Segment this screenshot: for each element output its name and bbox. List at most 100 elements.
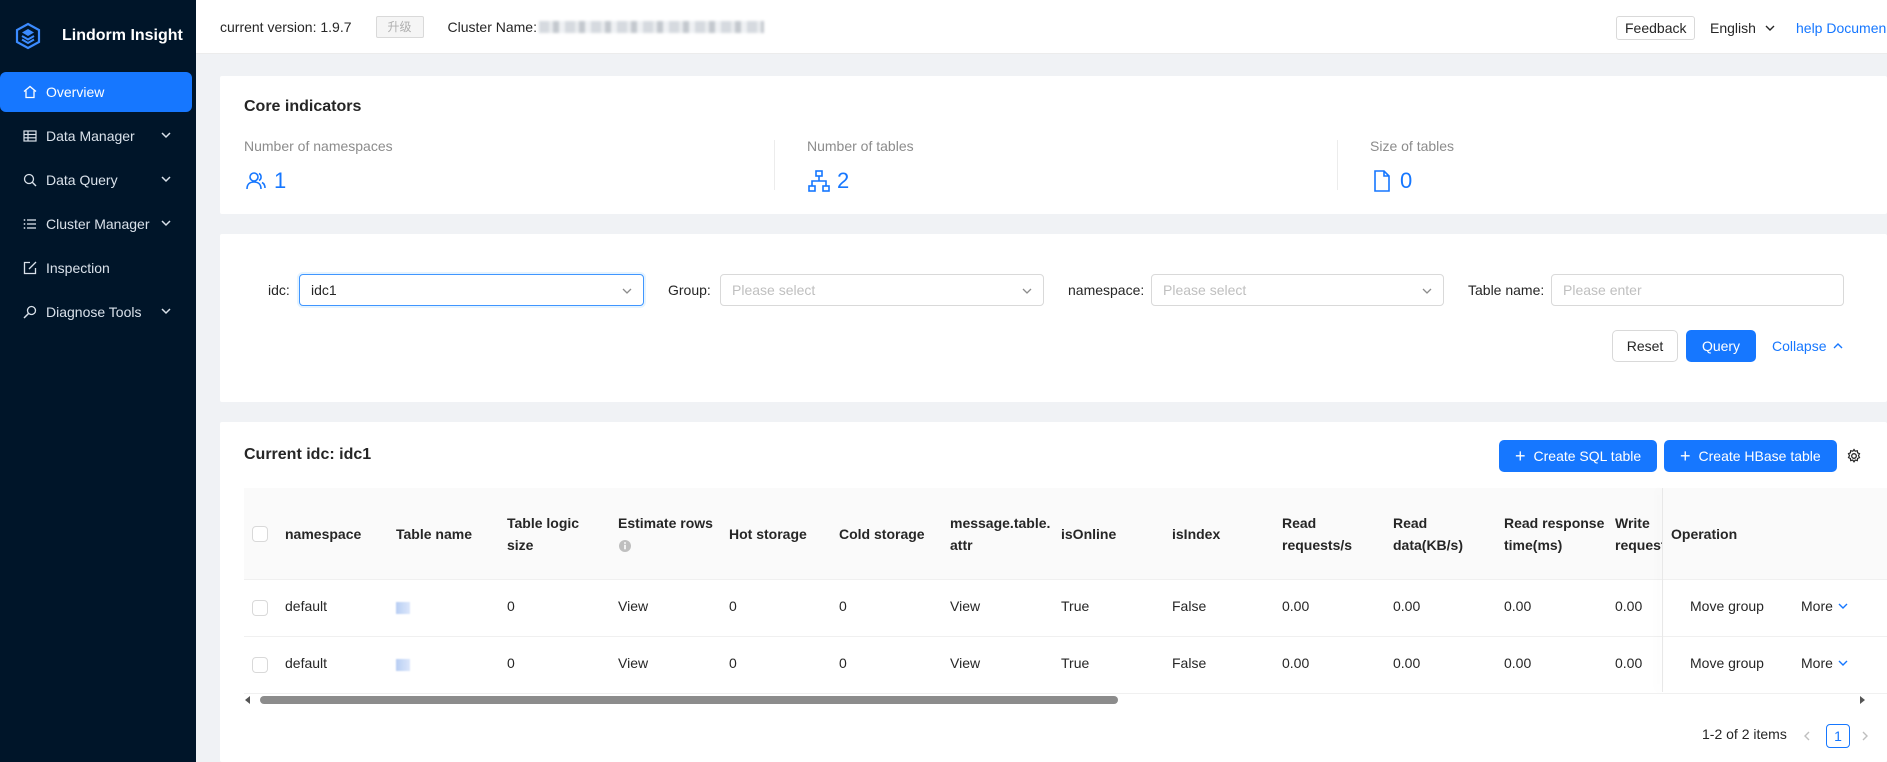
stat-value-row: 1: [244, 168, 393, 194]
stat-namespaces: Number of namespaces 1: [244, 138, 393, 194]
top-header: current version: 1.9.7 升级 Cluster Name: …: [196, 0, 1887, 54]
feedback-button[interactable]: Feedback: [1616, 16, 1696, 40]
more-label: More: [1801, 598, 1833, 614]
cell-is-online: True: [1061, 598, 1090, 614]
col-read-requests-line1: Read: [1282, 515, 1317, 531]
estimate-view-link[interactable]: View: [618, 598, 648, 614]
idc-select[interactable]: idc1: [299, 274, 644, 306]
group-select-placeholder: Please select: [732, 282, 816, 298]
plus-icon: +: [1680, 446, 1691, 466]
prev-page-icon[interactable]: [1802, 730, 1812, 742]
horizontal-scrollbar[interactable]: [244, 692, 1887, 708]
version-text: current version: 1.9.7: [220, 18, 352, 35]
col-write-requests-line1: Write: [1615, 515, 1650, 531]
create-sql-table-button[interactable]: + Create SQL table: [1499, 440, 1658, 472]
col-table-attr: message.table. attr: [950, 512, 1050, 556]
stat-divider: [774, 140, 775, 190]
sidebar-item-inspection[interactable]: Inspection: [0, 248, 192, 288]
help-document-link[interactable]: help Documen: [1796, 20, 1886, 36]
row-checkbox[interactable]: [252, 657, 268, 673]
create-hbase-table-button[interactable]: + Create HBase table: [1664, 440, 1837, 472]
sidebar-item-diagnose-tools[interactable]: Diagnose Tools: [0, 292, 192, 332]
cell-read-data: 0.00: [1393, 598, 1421, 614]
reset-button[interactable]: Reset: [1612, 330, 1678, 362]
scroll-left-icon[interactable]: [244, 696, 252, 704]
sidebar-item-cluster-manager[interactable]: Cluster Manager: [0, 204, 192, 244]
cell-logic-size: 0: [507, 655, 515, 671]
cell-logic-size: 0: [507, 598, 515, 614]
sidebar-item-label: Data Manager: [46, 128, 135, 144]
more-dropdown[interactable]: More: [1801, 598, 1849, 614]
collapse-toggle[interactable]: Collapse: [1772, 338, 1844, 354]
chevron-down-icon: [1022, 288, 1032, 294]
row-checkbox[interactable]: [252, 600, 268, 616]
page-number-current[interactable]: 1: [1826, 724, 1850, 748]
cell-read-requests: 0.00: [1282, 655, 1310, 671]
hierarchy-icon: [808, 170, 830, 192]
language-selector[interactable]: English: [1710, 20, 1776, 36]
filter-card: idc: idc1 Group: Please select namespace…: [220, 234, 1887, 402]
core-indicators-card: Core indicators Number of namespaces 1 N…: [220, 76, 1887, 214]
upgrade-button[interactable]: 升级: [375, 15, 424, 38]
cluster-name-label: Cluster Name:: [447, 18, 537, 35]
more-dropdown[interactable]: More: [1801, 655, 1849, 671]
sidebar-item-overview[interactable]: Overview: [0, 72, 192, 112]
gear-icon[interactable]: [1846, 448, 1862, 464]
col-read-data-line2: data(KB/s): [1393, 537, 1464, 553]
stat-size: Size of tables 0: [1370, 138, 1454, 194]
col-table-attr-line1: message.table.: [950, 515, 1051, 531]
create-sql-table-label: Create SQL table: [1533, 448, 1642, 464]
sidebar-item-label: Inspection: [46, 260, 110, 276]
attr-view-link[interactable]: View: [950, 655, 980, 671]
query-button[interactable]: Query: [1686, 330, 1756, 362]
estimate-view-link[interactable]: View: [618, 655, 648, 671]
stat-label: Number of tables: [807, 138, 914, 154]
cell-hot-storage: 0: [729, 655, 737, 671]
sidebar-item-data-manager[interactable]: Data Manager: [0, 116, 192, 156]
stat-value-row: 2: [807, 168, 914, 194]
stat-value: 1: [274, 168, 287, 193]
col-operation: Operation: [1671, 526, 1738, 542]
table-row: default 0 View 0 0 View True False 0.00 …: [244, 637, 1887, 694]
col-write-requests: Write requests: [1615, 512, 1663, 556]
lindorm-logo-icon: [15, 22, 41, 50]
sidebar-item-label: Cluster Manager: [46, 216, 150, 232]
cell-cold-storage: 0: [839, 655, 847, 671]
sidebar-item-label: Diagnose Tools: [46, 304, 142, 320]
scroll-right-icon[interactable]: [1858, 696, 1866, 704]
cell-table-name-redacted[interactable]: [396, 602, 410, 614]
scrollbar-thumb[interactable]: [260, 696, 1118, 704]
cell-namespace: default: [285, 598, 328, 614]
attr-view-link[interactable]: View: [950, 598, 980, 614]
chevron-down-icon: [1838, 660, 1848, 666]
table-icon: [23, 130, 37, 142]
table-name-label: Table name:: [1468, 282, 1545, 298]
chevron-down-icon: [1838, 603, 1848, 609]
group-select[interactable]: Please select: [720, 274, 1044, 306]
language-label: English: [1710, 20, 1756, 36]
table-name-input[interactable]: Please enter: [1551, 274, 1844, 306]
cell-write-requests: 0.00: [1615, 655, 1643, 671]
move-group-link[interactable]: Move group: [1690, 655, 1764, 671]
idc-select-value: idc1: [311, 282, 337, 298]
col-read-requests: Read requests/s: [1282, 512, 1352, 556]
cell-read-data: 0.00: [1393, 655, 1421, 671]
move-group-link[interactable]: Move group: [1690, 598, 1764, 614]
cell-table-name-redacted[interactable]: [396, 659, 410, 671]
col-cold-storage: Cold storage: [839, 526, 925, 542]
cluster-name-redacted: [538, 20, 764, 33]
sidebar-item-data-query[interactable]: Data Query: [0, 160, 192, 200]
chevron-down-icon: [161, 308, 171, 315]
select-all-checkbox[interactable]: [252, 526, 268, 542]
namespace-select[interactable]: Please select: [1151, 274, 1444, 306]
col-logic-size-line1: Table logic: [507, 515, 580, 531]
brand-name: Lindorm Insight: [62, 27, 183, 44]
col-estimate-rows-label: Estimate rows: [618, 515, 713, 531]
info-icon[interactable]: [618, 539, 632, 553]
next-page-icon[interactable]: [1860, 730, 1870, 742]
namespace-label: namespace:: [1068, 282, 1145, 298]
file-icon: [1374, 170, 1390, 192]
sidebar: Lindorm Insight Overview Data Manager Da…: [0, 0, 196, 762]
cell-namespace: default: [285, 655, 328, 671]
more-label: More: [1801, 655, 1833, 671]
